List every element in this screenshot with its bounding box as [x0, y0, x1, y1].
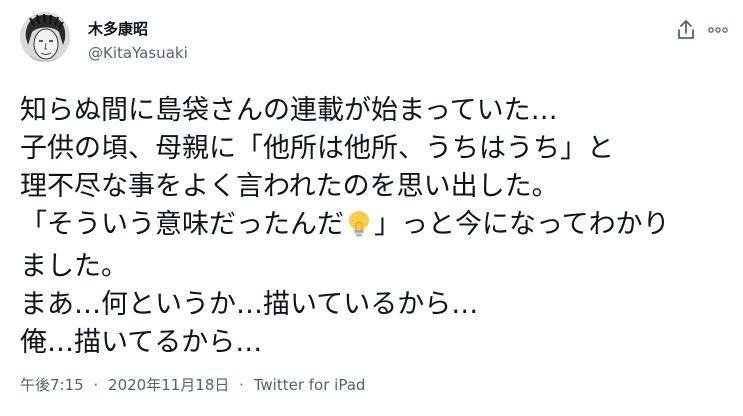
- meta-separator: ·: [93, 376, 99, 394]
- tweet-line: 子供の頃、母親に「他所は他所、うちはうち」と: [20, 133, 614, 164]
- tweet-card: 木多康昭 @KitaYasuaki 知らぬ間に島袋さんの連載が始まっていた… 子…: [0, 0, 743, 416]
- tweet-line: ました。: [20, 251, 128, 282]
- tweet-line-segment: 「そういう意味だったんだ: [20, 209, 344, 240]
- tweet-line: 「そういう意味だったんだ 」っと今になってわかり: [20, 206, 730, 248]
- light-bulb-icon: [346, 209, 372, 248]
- tweet-line: 理不尽な事をよく言われたのを思い出した。: [20, 171, 559, 202]
- more-options-icon: [708, 27, 728, 33]
- share-icon: [678, 20, 694, 39]
- tweet-line: 俺…描いてるから…: [20, 327, 263, 358]
- avatar[interactable]: [20, 12, 70, 62]
- tweet-time[interactable]: 午後7:15: [20, 376, 84, 394]
- user-handle[interactable]: @KitaYasuaki: [88, 44, 188, 62]
- tweet-line-segment: 」っと今になってわかり: [374, 209, 670, 240]
- tweet-meta: 午後7:15 · 2020年11月18日 · Twitter for iPad: [20, 376, 365, 394]
- tweet-date[interactable]: 2020年11月18日: [108, 376, 229, 394]
- share-button[interactable]: [674, 18, 698, 42]
- tweet-source[interactable]: Twitter for iPad: [254, 376, 366, 394]
- display-name[interactable]: 木多康昭: [88, 20, 148, 38]
- meta-separator: ·: [239, 376, 244, 394]
- tweet-text: 知らぬ間に島袋さんの連載が始まっていた… 子供の頃、母親に「他所は他所、うちはう…: [20, 92, 730, 362]
- tweet-line: まあ…何というか…描いているから…: [20, 289, 479, 320]
- tweet-line: 知らぬ間に島袋さんの連載が始まっていた…: [20, 95, 558, 126]
- more-options-button[interactable]: [706, 18, 730, 42]
